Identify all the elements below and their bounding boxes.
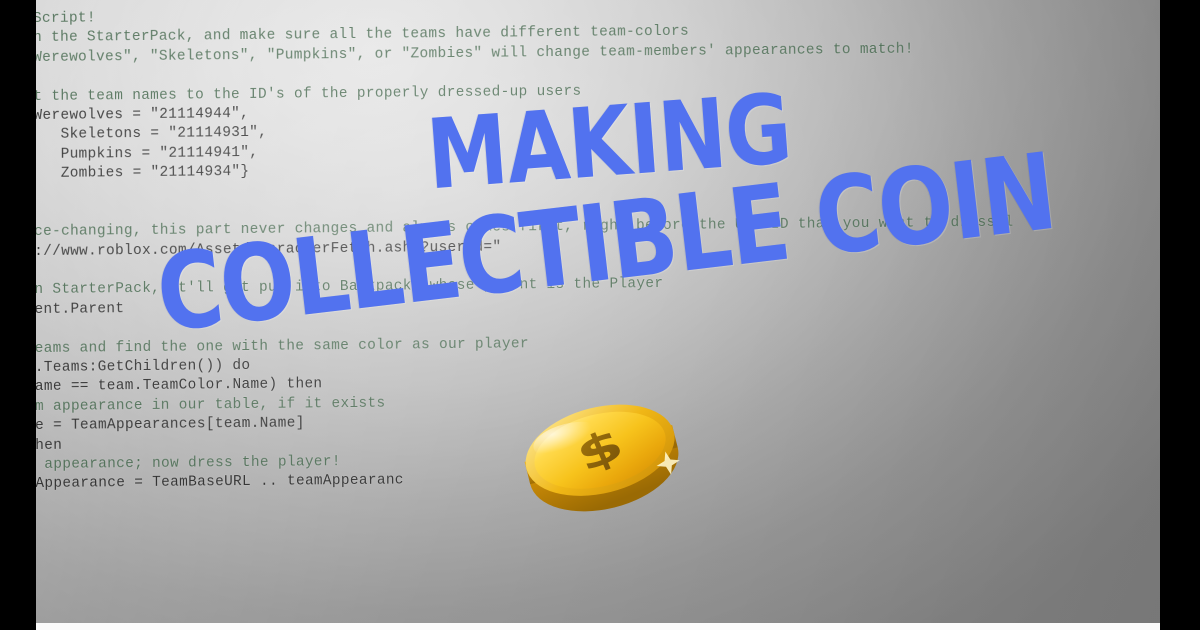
letterbox-bar-right bbox=[1160, 0, 1200, 630]
monitor-screen-photo: am-Dress Script! script in the StarterPa… bbox=[36, 0, 1160, 623]
screen-bottom-edge bbox=[36, 623, 1160, 630]
video-thumbnail: am-Dress Script! script in the StarterPa… bbox=[0, 0, 1200, 630]
letterbox-bar-left bbox=[0, 0, 36, 630]
lua-code-screenshot: am-Dress Script! script in the StarterPa… bbox=[36, 0, 1160, 623]
